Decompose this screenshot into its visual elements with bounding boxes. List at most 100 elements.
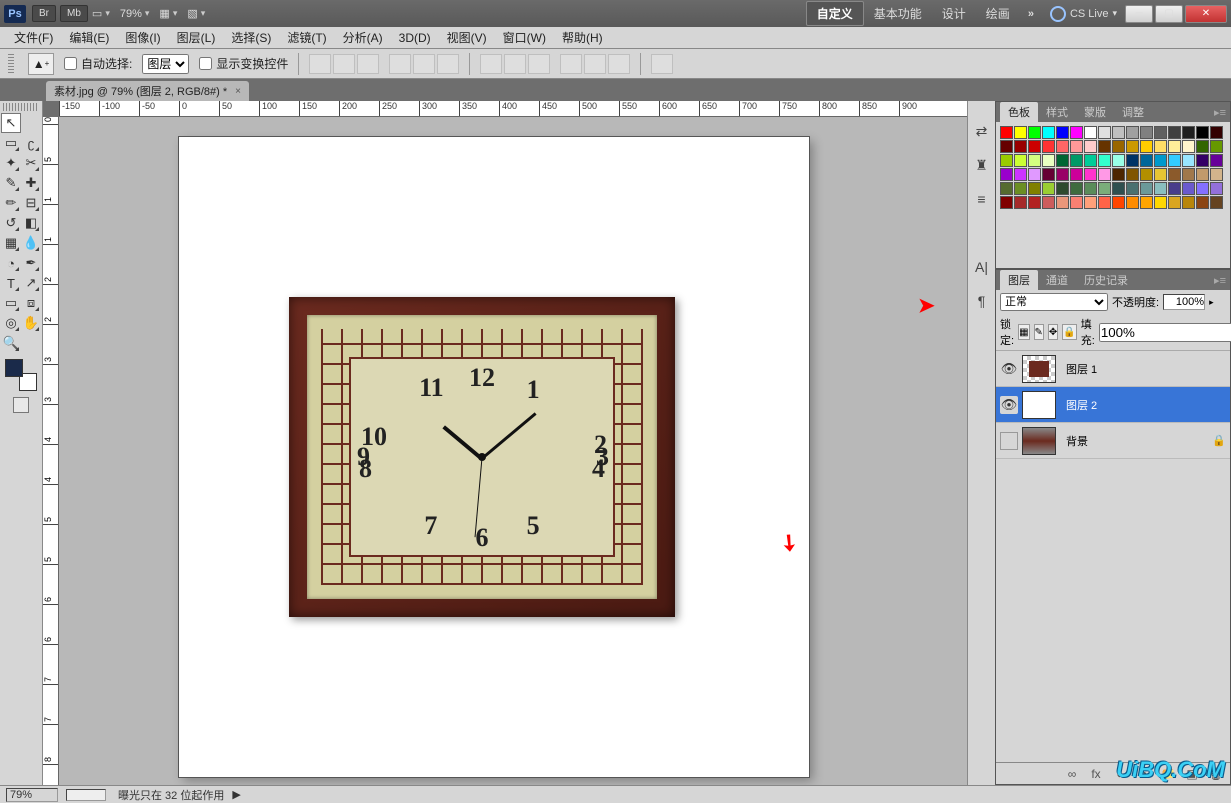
swatch[interactable] [1126, 126, 1139, 139]
lasso-tool[interactable]: ʗ [21, 133, 41, 153]
swatch[interactable] [1182, 196, 1195, 209]
swatch[interactable] [1056, 126, 1069, 139]
swatch[interactable] [1196, 126, 1209, 139]
quickmask-button[interactable] [13, 397, 29, 413]
brush-tool[interactable]: ✏ [1, 193, 21, 213]
swatch[interactable] [1168, 182, 1181, 195]
layer-item[interactable]: 背景🔒 [996, 423, 1230, 459]
swatch[interactable] [1028, 126, 1041, 139]
ruler-horizontal[interactable]: -150-100-5005010015020025030035040045050… [59, 101, 967, 117]
maximize-button[interactable]: ▢ [1155, 5, 1183, 23]
swatch[interactable] [1070, 196, 1083, 209]
swatch[interactable] [1084, 168, 1097, 181]
swatch[interactable] [1042, 140, 1055, 153]
tab-adjustments[interactable]: 调整 [1114, 102, 1152, 122]
tab-styles[interactable]: 样式 [1038, 102, 1076, 122]
swatch[interactable] [1000, 196, 1013, 209]
swatch[interactable] [1084, 154, 1097, 167]
gradient-tool[interactable]: ▦ [1, 233, 21, 253]
swatch[interactable] [1126, 168, 1139, 181]
layer-item[interactable]: 👁图层 1 [996, 351, 1230, 387]
swatch[interactable] [1042, 182, 1055, 195]
swatch[interactable] [1154, 154, 1167, 167]
align-icon[interactable] [413, 54, 435, 74]
cs-live-button[interactable]: CS Live [1050, 6, 1117, 22]
ruler-vertical[interactable]: 05112233445566778 [43, 117, 59, 785]
swatch[interactable] [1168, 168, 1181, 181]
swatch[interactable] [1028, 154, 1041, 167]
swatch[interactable] [1098, 168, 1111, 181]
swatch[interactable] [1140, 140, 1153, 153]
swatch[interactable] [1112, 168, 1125, 181]
distribute-icon[interactable] [528, 54, 550, 74]
panel-icon[interactable]: ⇄ [972, 121, 992, 141]
3d-tool[interactable]: ⧈ [21, 293, 41, 313]
distribute-icon[interactable] [608, 54, 630, 74]
pen-tool[interactable]: ✒ [21, 253, 41, 273]
swatch[interactable] [1056, 154, 1069, 167]
workspace-basic[interactable]: 基本功能 [864, 2, 932, 25]
distribute-icon[interactable] [560, 54, 582, 74]
marquee-tool[interactable]: ▭ [1, 133, 21, 153]
swatch[interactable] [1196, 182, 1209, 195]
panel-menu-icon[interactable]: ▸≡ [1214, 106, 1226, 119]
swatch[interactable] [1098, 182, 1111, 195]
adjustment-layer-icon[interactable]: ◑ [1136, 766, 1152, 782]
swatch[interactable] [1196, 140, 1209, 153]
layer-fx-icon[interactable]: fx [1088, 766, 1104, 782]
heal-tool[interactable]: ✚ [21, 173, 41, 193]
swatch[interactable] [1070, 140, 1083, 153]
swatch[interactable] [1014, 182, 1027, 195]
swatch[interactable] [1112, 126, 1125, 139]
align-icon[interactable] [357, 54, 379, 74]
zoom-dropdown[interactable]: 79% [120, 8, 150, 20]
swatch[interactable] [1084, 126, 1097, 139]
swatch[interactable] [1126, 182, 1139, 195]
swatch[interactable] [1000, 154, 1013, 167]
menu-select[interactable]: 选择(S) [223, 27, 279, 48]
menu-image[interactable]: 图像(I) [117, 27, 168, 48]
swatch[interactable] [1210, 154, 1223, 167]
status-zoom[interactable]: 79% [6, 788, 58, 802]
layer-visibility-icon[interactable]: 👁 [1000, 396, 1018, 414]
swatch[interactable] [1112, 196, 1125, 209]
swatch[interactable] [1182, 126, 1195, 139]
panel-icon[interactable]: ≡ [972, 189, 992, 209]
swatch[interactable] [1098, 140, 1111, 153]
link-layers-icon[interactable]: ∞ [1064, 766, 1080, 782]
swatch[interactable] [1196, 196, 1209, 209]
swatch[interactable] [1014, 140, 1027, 153]
workspace-paint[interactable]: 绘画 [976, 2, 1020, 25]
panel-menu-icon[interactable]: ▸≡ [1214, 274, 1226, 287]
swatch[interactable] [1196, 168, 1209, 181]
auto-align-icon[interactable] [651, 54, 673, 74]
layer-group-icon[interactable]: 📁 [1160, 766, 1176, 782]
shape-tool[interactable]: ▭ [1, 293, 21, 313]
tab-history[interactable]: 历史记录 [1076, 270, 1136, 290]
swatch[interactable] [1140, 126, 1153, 139]
swatch[interactable] [1210, 126, 1223, 139]
swatch[interactable] [1182, 168, 1195, 181]
swatch-grid[interactable] [1000, 126, 1226, 209]
distribute-icon[interactable] [504, 54, 526, 74]
menu-window[interactable]: 窗口(W) [495, 27, 554, 48]
menu-help[interactable]: 帮助(H) [554, 27, 611, 48]
swatch[interactable] [1084, 196, 1097, 209]
swatch[interactable] [1070, 168, 1083, 181]
stamp-tool[interactable]: ⊟ [21, 193, 41, 213]
canvas-viewport[interactable]: 12 1 2 3 4 5 6 7 8 9 10 11 [59, 117, 967, 785]
swatch[interactable] [1028, 140, 1041, 153]
dodge-tool[interactable]: ◔ [1, 253, 21, 273]
swatch[interactable] [1182, 140, 1195, 153]
swatch[interactable] [1014, 168, 1027, 181]
swatch[interactable] [1112, 154, 1125, 167]
swatch[interactable] [1028, 182, 1041, 195]
delete-layer-icon[interactable]: 🗑 [1208, 766, 1224, 782]
tab-layers[interactable]: 图层 [1000, 270, 1038, 290]
menu-analysis[interactable]: 分析(A) [335, 27, 391, 48]
swatch[interactable] [1056, 168, 1069, 181]
show-transform-checkbox[interactable]: 显示变换控件 [199, 55, 288, 72]
options-grip[interactable] [8, 54, 14, 74]
align-icon[interactable] [437, 54, 459, 74]
lock-position-icon[interactable]: ✥ [1048, 324, 1058, 340]
